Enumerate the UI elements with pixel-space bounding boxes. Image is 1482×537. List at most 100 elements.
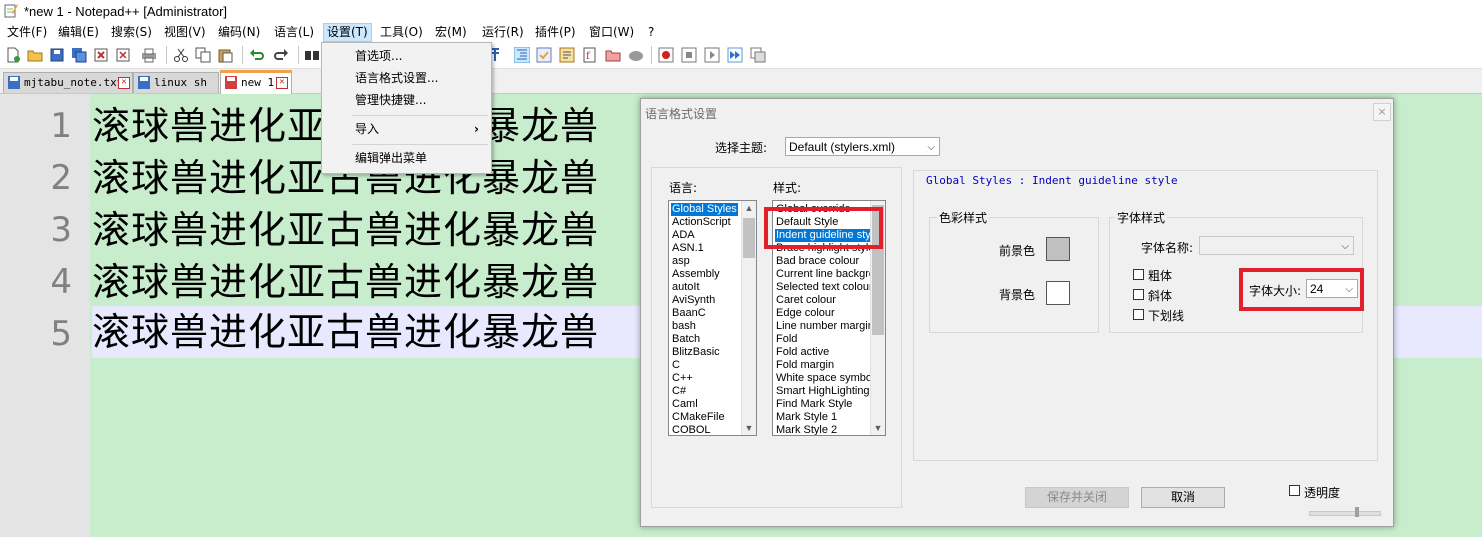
- list-item[interactable]: Mark Style 2: [775, 424, 838, 435]
- menu-plugins[interactable]: 插件(P): [532, 24, 579, 41]
- style-list[interactable]: Global override Default Style Indent gui…: [772, 200, 886, 436]
- list-item[interactable]: Indent guideline style: [775, 229, 881, 242]
- close-icon[interactable]: [93, 47, 109, 63]
- style-list-scrollbar[interactable]: ▼: [870, 201, 885, 435]
- menu-macro[interactable]: 宏(M): [432, 24, 470, 41]
- undo-icon[interactable]: [249, 47, 265, 63]
- close-all-icon[interactable]: [115, 47, 131, 63]
- transparency-slider[interactable]: [1309, 511, 1381, 516]
- scroll-down-icon[interactable]: ▼: [871, 421, 885, 435]
- open-folder-icon[interactable]: [27, 47, 43, 63]
- list-item[interactable]: Caret colour: [775, 294, 837, 307]
- cut-icon[interactable]: [173, 47, 189, 63]
- menu-tools[interactable]: 工具(O): [377, 24, 426, 41]
- menu-search[interactable]: 搜索(S): [108, 24, 155, 41]
- tab-close-icon[interactable]: ✕: [276, 77, 288, 89]
- list-item[interactable]: ActionScript: [671, 216, 732, 229]
- save-macro-icon[interactable]: [750, 47, 766, 63]
- folder-workspace-icon[interactable]: [605, 47, 621, 63]
- list-item[interactable]: Smart HighLighting: [775, 385, 871, 398]
- monitoring-icon[interactable]: [628, 47, 644, 63]
- underline-checkbox[interactable]: [1133, 309, 1144, 320]
- menu-file[interactable]: 文件(F): [4, 24, 50, 41]
- list-item[interactable]: COBOL: [671, 424, 712, 435]
- background-color-swatch[interactable]: [1046, 281, 1070, 305]
- tab-mjtabu-note[interactable]: mjtabu_note.txt ✕: [3, 72, 133, 93]
- language-list-scrollbar[interactable]: ▲ ▼: [741, 201, 756, 435]
- list-item[interactable]: C: [671, 359, 681, 372]
- font-name-select[interactable]: ⌵: [1199, 236, 1354, 255]
- language-list[interactable]: Global Styles ActionScript ADA ASN.1 asp…: [668, 200, 757, 436]
- scroll-down-icon[interactable]: ▼: [742, 421, 756, 435]
- tab-close-icon[interactable]: ✕: [118, 77, 130, 89]
- list-item[interactable]: Selected text colour: [775, 281, 874, 294]
- menu-encoding[interactable]: 编码(N): [215, 24, 263, 41]
- save-all-icon[interactable]: [71, 47, 87, 63]
- record-macro-icon[interactable]: [658, 47, 674, 63]
- list-item[interactable]: Bad brace colour: [775, 255, 860, 268]
- document-map-icon[interactable]: [559, 47, 575, 63]
- user-language-icon[interactable]: [536, 47, 552, 63]
- list-item[interactable]: Edge colour: [775, 307, 836, 320]
- scroll-thumb[interactable]: [743, 218, 755, 258]
- list-item[interactable]: Line number margin: [775, 320, 875, 333]
- menu-item-edit-popup-menu[interactable]: 编辑弹出菜单: [322, 147, 491, 169]
- menu-window[interactable]: 窗口(W): [586, 24, 637, 41]
- menu-view[interactable]: 视图(V): [161, 24, 209, 41]
- menu-item-preferences[interactable]: 首选项...: [322, 45, 491, 67]
- print-icon[interactable]: [141, 47, 157, 63]
- list-item[interactable]: BaanC: [671, 307, 707, 320]
- play-macro-icon[interactable]: [704, 47, 720, 63]
- list-item[interactable]: bash: [671, 320, 697, 333]
- run-macro-multiple-icon[interactable]: [727, 47, 743, 63]
- list-item[interactable]: Fold margin: [775, 359, 835, 372]
- list-item[interactable]: White space symbol: [775, 372, 875, 385]
- list-item[interactable]: asp: [671, 255, 691, 268]
- list-item[interactable]: AviSynth: [671, 294, 716, 307]
- list-item[interactable]: Find Mark Style: [775, 398, 853, 411]
- scroll-up-icon[interactable]: ▲: [742, 201, 756, 215]
- list-item[interactable]: Global Styles: [671, 203, 738, 216]
- list-item[interactable]: ASN.1: [671, 242, 705, 255]
- tab-new-1[interactable]: new 1 ✕: [220, 70, 292, 96]
- scroll-thumb[interactable]: [872, 205, 884, 335]
- list-item[interactable]: autoIt: [671, 281, 701, 294]
- menu-item-shortcut-mapper[interactable]: 管理快捷键...: [322, 89, 491, 111]
- menu-item-style-configurator[interactable]: 语言格式设置...: [322, 67, 491, 89]
- stop-macro-icon[interactable]: [681, 47, 697, 63]
- transparency-slider-thumb[interactable]: [1355, 507, 1359, 517]
- function-list-icon[interactable]: f: [582, 47, 598, 63]
- cancel-button[interactable]: 取消: [1141, 487, 1225, 508]
- indent-guide-icon[interactable]: [514, 47, 530, 63]
- list-item[interactable]: CMakeFile: [671, 411, 726, 424]
- menu-item-import[interactable]: 导入 ›: [322, 118, 491, 140]
- menu-settings[interactable]: 设置(T): [323, 23, 372, 42]
- transparency-checkbox[interactable]: [1289, 485, 1300, 496]
- copy-icon[interactable]: [195, 47, 211, 63]
- font-size-select[interactable]: 24 ⌵: [1306, 279, 1358, 298]
- list-item[interactable]: Default Style: [775, 216, 839, 229]
- foreground-color-swatch[interactable]: [1046, 237, 1070, 261]
- list-item[interactable]: C++: [671, 372, 694, 385]
- list-item[interactable]: Global override: [775, 203, 852, 216]
- theme-select[interactable]: Default (stylers.xml) ⌵: [785, 137, 940, 156]
- tab-linux-sh[interactable]: linux sh: [133, 72, 219, 93]
- list-item[interactable]: Fold: [775, 333, 798, 346]
- list-item[interactable]: ADA: [671, 229, 696, 242]
- save-icon[interactable]: [49, 47, 65, 63]
- save-and-close-button[interactable]: 保存并关闭: [1025, 487, 1129, 508]
- menu-run[interactable]: 运行(R): [479, 24, 527, 41]
- list-item[interactable]: Fold active: [775, 346, 830, 359]
- menu-edit[interactable]: 编辑(E): [55, 24, 102, 41]
- list-item[interactable]: Caml: [671, 398, 699, 411]
- menu-help[interactable]: ?: [645, 24, 657, 41]
- bold-checkbox[interactable]: [1133, 269, 1144, 280]
- find-icon[interactable]: [304, 47, 320, 63]
- italic-checkbox[interactable]: [1133, 289, 1144, 300]
- list-item[interactable]: Batch: [671, 333, 701, 346]
- redo-icon[interactable]: [273, 47, 289, 63]
- list-item[interactable]: Assembly: [671, 268, 721, 281]
- list-item[interactable]: C#: [671, 385, 687, 398]
- list-item[interactable]: Brace highlight style: [775, 242, 875, 255]
- paste-icon[interactable]: [217, 47, 233, 63]
